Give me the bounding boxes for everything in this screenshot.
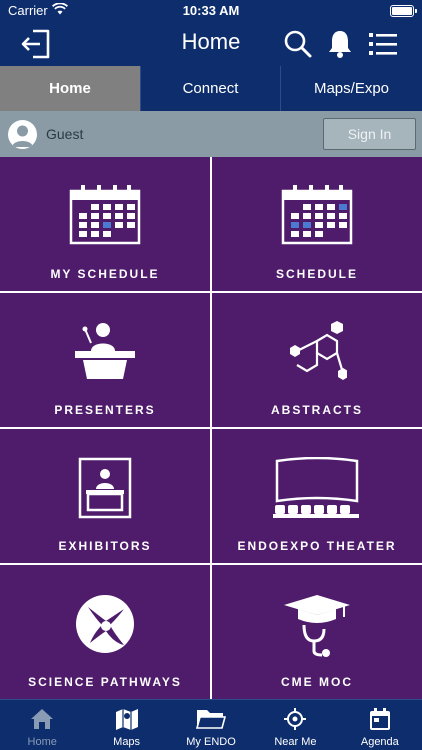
status-time: 10:33 AM bbox=[182, 3, 240, 18]
tile-label: CME MOC bbox=[281, 675, 353, 689]
tile-label: EXHIBITORS bbox=[58, 539, 152, 553]
tabbar-label: Near Me bbox=[274, 736, 317, 748]
tabbar-item-agenda[interactable]: Agenda bbox=[338, 700, 422, 750]
tabbar-label: Home bbox=[27, 736, 57, 748]
page-title: Home bbox=[181, 29, 241, 54]
tab-home[interactable]: Home bbox=[0, 66, 141, 111]
avatar bbox=[8, 120, 37, 149]
tile-abstracts[interactable]: ABSTRACTS bbox=[212, 293, 422, 427]
tile-label: ABSTRACTS bbox=[271, 403, 363, 417]
sign-in-button[interactable]: Sign In bbox=[323, 118, 416, 150]
tabbar-label: Maps bbox=[113, 736, 141, 748]
molecule-icon bbox=[290, 321, 347, 380]
home-icon bbox=[31, 709, 54, 729]
theater-icon bbox=[273, 457, 359, 518]
tile-endoexpo-theater[interactable]: ENDOEXPO THEATER bbox=[212, 429, 422, 563]
crosshair-icon bbox=[284, 708, 307, 730]
search-icon[interactable] bbox=[281, 27, 315, 61]
tab-connect[interactable]: Connect bbox=[141, 66, 281, 111]
calendar-icon bbox=[69, 185, 141, 245]
home-tile-grid: MY SCHEDULE SCHEDULE PRESENTERS ABSTRACT… bbox=[0, 157, 422, 699]
bell-icon[interactable] bbox=[323, 27, 357, 61]
bottom-tab-bar: Home Maps My ENDO Near Me Agenda bbox=[0, 699, 422, 750]
tile-label: SCIENCE PATHWAYS bbox=[28, 675, 182, 689]
tile-exhibitors[interactable]: EXHIBITORS bbox=[0, 429, 210, 563]
tile-label: MY SCHEDULE bbox=[50, 267, 160, 281]
agenda-calendar-icon bbox=[369, 708, 390, 730]
tile-label: ENDOEXPO THEATER bbox=[237, 539, 397, 553]
user-icon bbox=[12, 125, 33, 147]
tabbar-item-my-endo[interactable]: My ENDO bbox=[169, 700, 253, 750]
status-bar: Carrier 10:33 AM bbox=[0, 0, 422, 22]
tabbar-label: Agenda bbox=[360, 736, 399, 748]
cell-icon bbox=[76, 595, 134, 653]
user-name: Guest bbox=[46, 126, 84, 142]
tabbar-item-home[interactable]: Home bbox=[0, 700, 84, 750]
tab-maps-expo[interactable]: Maps/Expo bbox=[281, 66, 422, 111]
section-tabs: Home Connect Maps/Expo bbox=[0, 66, 422, 111]
tile-schedule[interactable]: SCHEDULE bbox=[212, 157, 422, 291]
tile-label: SCHEDULE bbox=[275, 267, 358, 281]
tile-cme-moc[interactable]: CME MOC bbox=[212, 565, 422, 699]
podium-speaker-icon bbox=[75, 323, 135, 379]
exhibitor-booth-icon bbox=[78, 457, 132, 519]
tabbar-item-near-me[interactable]: Near Me bbox=[253, 700, 337, 750]
nav-bar: Home bbox=[0, 22, 422, 66]
tile-presenters[interactable]: PRESENTERS bbox=[0, 293, 210, 427]
tile-label: PRESENTERS bbox=[54, 403, 156, 417]
battery-icon bbox=[390, 5, 417, 17]
map-icon bbox=[115, 709, 138, 730]
tabbar-item-maps[interactable]: Maps bbox=[84, 700, 168, 750]
graduation-stethoscope-icon bbox=[284, 595, 350, 657]
folder-icon bbox=[196, 710, 227, 729]
user-bar: Guest Sign In bbox=[0, 111, 422, 157]
tile-science-pathways[interactable]: SCIENCE PATHWAYS bbox=[0, 565, 210, 699]
menu-list-icon[interactable] bbox=[366, 27, 400, 61]
tabbar-label: My ENDO bbox=[186, 736, 236, 748]
tile-my-schedule[interactable]: MY SCHEDULE bbox=[0, 157, 210, 291]
calendar-icon bbox=[281, 185, 353, 245]
